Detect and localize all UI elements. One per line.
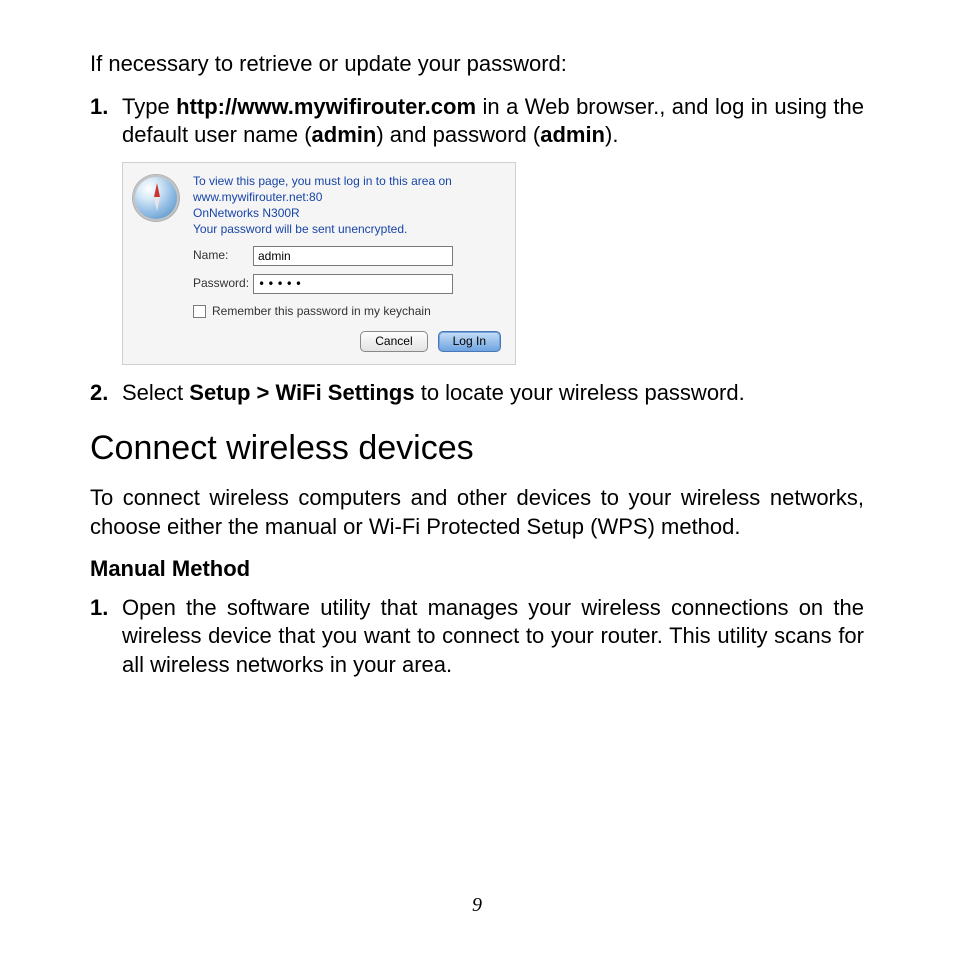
remember-label: Remember this password in my keychain bbox=[212, 304, 431, 320]
dialog-message: To view this page, you must log in to th… bbox=[193, 173, 452, 238]
step-body: Open the software utility that manages y… bbox=[122, 594, 864, 680]
step-number: 2. bbox=[90, 379, 122, 408]
login-button[interactable]: Log In bbox=[438, 331, 501, 352]
safari-icon bbox=[133, 175, 179, 221]
section-paragraph: To connect wireless computers and other … bbox=[90, 484, 864, 541]
password-steps-2: 2. Select Setup > WiFi Settings to locat… bbox=[90, 379, 864, 408]
router-url: http://www.mywifirouter.com bbox=[176, 94, 476, 119]
manual-method-heading: Manual Method bbox=[90, 555, 864, 584]
step-number: 1. bbox=[90, 93, 122, 122]
name-label: Name: bbox=[193, 248, 253, 264]
step-body: Type http://www.mywifirouter.com in a We… bbox=[122, 93, 864, 150]
manual-steps: 1. Open the software utility that manage… bbox=[90, 594, 864, 680]
step-body: Select Setup > WiFi Settings to locate y… bbox=[122, 379, 864, 408]
default-username: admin bbox=[312, 122, 377, 147]
password-steps: 1. Type http://www.mywifirouter.com in a… bbox=[90, 93, 864, 150]
password-label: Password: bbox=[193, 276, 253, 292]
password-field[interactable] bbox=[253, 274, 453, 294]
step-number: 1. bbox=[90, 594, 122, 623]
manual-page: If necessary to retrieve or update your … bbox=[0, 0, 954, 701]
intro-text: If necessary to retrieve or update your … bbox=[90, 50, 864, 79]
cancel-button[interactable]: Cancel bbox=[360, 331, 427, 352]
remember-checkbox[interactable] bbox=[193, 305, 206, 318]
page-number: 9 bbox=[0, 892, 954, 918]
default-password: admin bbox=[540, 122, 605, 147]
section-heading: Connect wireless devices bbox=[90, 426, 864, 470]
name-field[interactable] bbox=[253, 246, 453, 266]
login-dialog: To view this page, you must log in to th… bbox=[122, 162, 516, 365]
menu-path: Setup > WiFi Settings bbox=[189, 380, 414, 405]
